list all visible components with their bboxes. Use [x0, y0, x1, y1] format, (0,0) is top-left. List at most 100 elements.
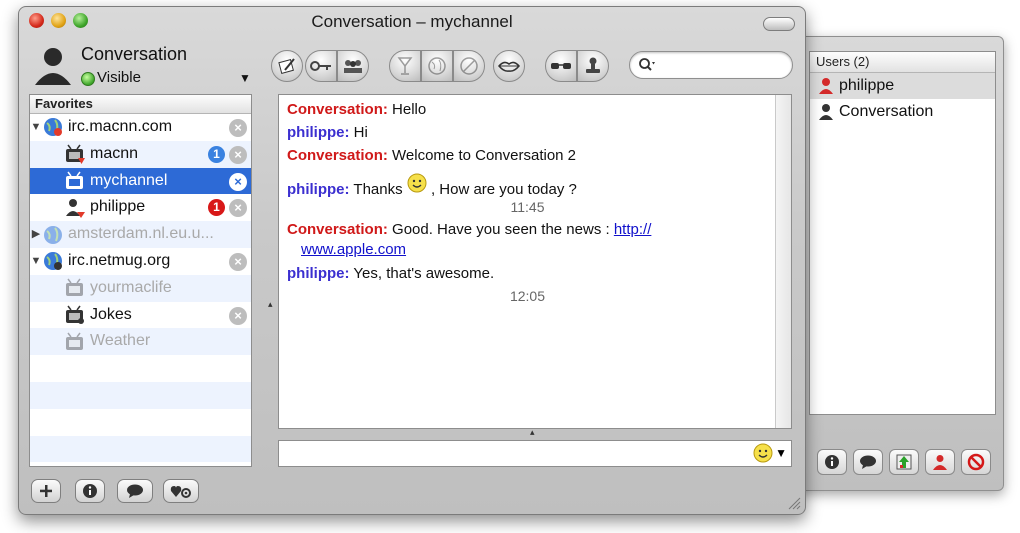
- favorite-label: macnn: [90, 144, 139, 162]
- drawer-toolbar: [809, 447, 994, 477]
- message-nick[interactable]: Conversation:: [287, 147, 388, 164]
- user-red-icon: [819, 78, 833, 94]
- stamp-button[interactable]: [577, 50, 609, 82]
- user-name: Conversation: [839, 103, 934, 120]
- tools-button[interactable]: [453, 50, 485, 82]
- ban-icon: [967, 453, 985, 471]
- stamp-icon: [586, 57, 600, 73]
- message-nick[interactable]: Conversation:: [287, 221, 388, 238]
- remove-favorite-icon[interactable]: ×: [229, 172, 247, 191]
- identity-panel[interactable]: Conversation Visible ▼: [31, 39, 271, 91]
- globe-server-icon: [44, 252, 62, 271]
- new-conversation-button[interactable]: [117, 479, 153, 503]
- sidebar-splitter[interactable]: ▴: [264, 94, 278, 465]
- remove-favorite-icon[interactable]: ×: [229, 199, 247, 218]
- resize-grip-icon[interactable]: [785, 494, 801, 510]
- message-text: Welcome to Conversation 2: [392, 147, 577, 164]
- message-text: Yes, that's awesome.: [353, 265, 495, 282]
- favorite-channel-jokes[interactable]: Jokes ×: [30, 302, 251, 329]
- globe-server-icon: [44, 225, 62, 244]
- timestamp: 12:05: [509, 288, 546, 304]
- favorite-server-irc-netmug[interactable]: ▼ irc.netmug.org ×: [30, 248, 251, 275]
- input-splitter[interactable]: ▴: [278, 427, 790, 440]
- unread-badge: 1: [208, 145, 225, 163]
- message-nick[interactable]: philippe:: [287, 265, 350, 282]
- disclosure-triangle-icon[interactable]: ▶: [30, 221, 42, 248]
- list-empty-row: [30, 435, 251, 463]
- title-bar[interactable]: Conversation – mychannel: [19, 7, 805, 37]
- message-link[interactable]: www.apple.com: [301, 241, 406, 258]
- search-field[interactable]: [629, 51, 793, 79]
- info-icon: [83, 484, 97, 498]
- user-row-conversation[interactable]: Conversation: [810, 99, 995, 125]
- favorite-server-amsterdam[interactable]: ▶ amsterdam.nl.eu.u...: [30, 221, 251, 248]
- add-favorite-button[interactable]: [31, 479, 61, 503]
- remove-favorite-icon[interactable]: ×: [229, 145, 247, 164]
- lips-button[interactable]: [493, 50, 525, 82]
- op-user-button[interactable]: [889, 449, 919, 475]
- drink-button[interactable]: [389, 50, 421, 82]
- list-empty-row: [30, 409, 251, 436]
- status-indicator-icon: [81, 72, 95, 86]
- favorites-header: Favorites: [30, 95, 251, 114]
- globe-button[interactable]: [421, 50, 453, 82]
- search-input[interactable]: [660, 55, 784, 75]
- globe-icon: [428, 57, 446, 75]
- smiley-picker[interactable]: ▼: [753, 443, 787, 463]
- remove-favorite-icon[interactable]: ×: [229, 119, 247, 137]
- edit-topic-button[interactable]: [271, 50, 303, 82]
- favorite-channel-yourmaclife[interactable]: yourmaclife: [30, 274, 251, 302]
- favorite-channel-mychannel[interactable]: mychannel ×: [30, 167, 251, 195]
- channel-key-button[interactable]: [305, 50, 337, 82]
- user-name: philippe: [839, 77, 895, 94]
- message-nick[interactable]: philippe:: [287, 181, 350, 198]
- status-label: Visible: [97, 69, 141, 86]
- favorite-label: philippe: [90, 198, 146, 216]
- chat-scrollbar[interactable]: [775, 95, 791, 428]
- favorite-server-irc-macnn[interactable]: ▼ irc.macnn.com ×: [30, 114, 251, 141]
- timestamp: 11:45: [510, 199, 545, 215]
- user-info-button[interactable]: [817, 449, 847, 475]
- favorite-channel-weather[interactable]: Weather: [30, 328, 251, 356]
- favorites-settings-button[interactable]: [163, 479, 199, 503]
- favorite-label: irc.macnn.com: [68, 118, 173, 135]
- disclosure-triangle-icon[interactable]: ▼: [30, 248, 42, 275]
- avatar: [35, 48, 71, 85]
- message-text: Good. Have you seen the news :: [392, 221, 610, 238]
- favorite-label: amsterdam.nl.eu.u...: [68, 225, 214, 243]
- identity-name: Conversation: [81, 44, 188, 64]
- favorite-info-button[interactable]: [75, 479, 105, 503]
- user-action-button[interactable]: [925, 449, 955, 475]
- favorite-label: Jokes: [90, 305, 132, 323]
- message-text: Hi: [353, 124, 368, 141]
- message-nick[interactable]: Conversation:: [287, 101, 388, 118]
- message-link[interactable]: http://: [614, 221, 652, 238]
- favorite-channel-macnn[interactable]: macnn 1 ×: [30, 140, 251, 168]
- list-empty-row: [30, 381, 251, 409]
- splitter-grip-icon: ▴: [530, 427, 535, 437]
- status-menu-arrow-icon[interactable]: ▼: [239, 71, 251, 85]
- remove-favorite-icon[interactable]: ×: [229, 252, 247, 271]
- chat-message: philippe: Yes, that's awesome.: [287, 265, 494, 282]
- favorite-label: irc.netmug.org: [68, 251, 171, 269]
- toolbar-toggle-button[interactable]: [763, 17, 795, 31]
- smiley-icon: [407, 173, 427, 193]
- ban-user-button[interactable]: [961, 449, 991, 475]
- channel-tv-icon: [66, 305, 84, 324]
- users-drawer: Users (2) philippe Conversation: [790, 36, 1004, 491]
- remove-favorite-icon[interactable]: ×: [229, 306, 247, 325]
- message-input[interactable]: [285, 444, 739, 464]
- channel-tv-icon: [66, 278, 83, 297]
- favorites-sidebar: Favorites ▼ irc.macnn.com × macnn 1 × my…: [29, 94, 252, 467]
- chat-message: philippe: Thanks , How are you today ?: [287, 173, 577, 198]
- user-row-philippe[interactable]: philippe: [810, 73, 995, 99]
- glasses-button[interactable]: [545, 50, 577, 82]
- chat-transcript[interactable]: Conversation: Hello philippe: Hi Convers…: [278, 94, 792, 429]
- disclosure-triangle-icon[interactable]: ▼: [30, 114, 42, 141]
- favorite-user-philippe[interactable]: philippe 1 ×: [30, 194, 251, 221]
- user-dark-icon: [819, 104, 833, 120]
- private-message-button[interactable]: [853, 449, 883, 475]
- message-input-box[interactable]: ▼: [278, 440, 792, 467]
- members-button[interactable]: [337, 50, 369, 82]
- message-nick[interactable]: philippe:: [287, 124, 350, 141]
